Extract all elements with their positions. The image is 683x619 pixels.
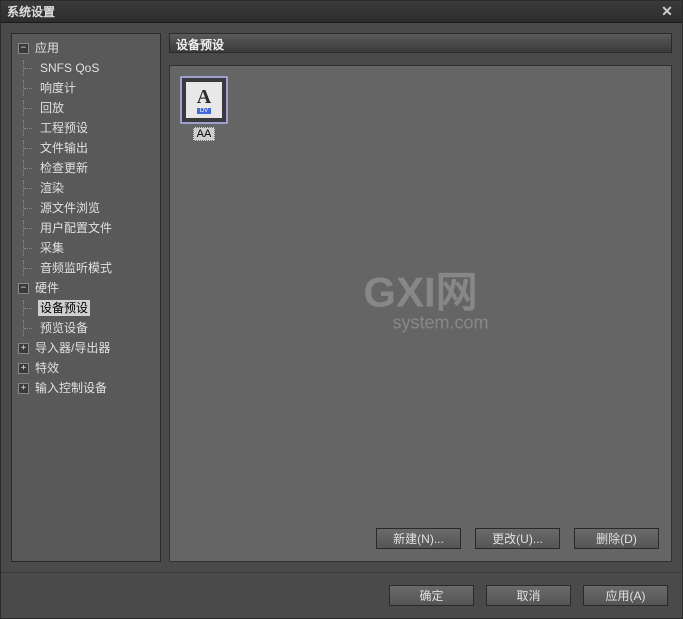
tree-item-snfs[interactable]: SNFS QoS <box>14 58 158 78</box>
tree-node-effects[interactable]: + 特效 <box>14 358 158 378</box>
tree-node-importer[interactable]: + 导入器/导出器 <box>14 338 158 358</box>
tree-item-playback[interactable]: 回放 <box>14 98 158 118</box>
tree-item-check-update[interactable]: 检查更新 <box>14 158 158 178</box>
expand-icon[interactable]: + <box>18 363 29 374</box>
section-header: 设备预设 <box>169 33 672 53</box>
collapse-icon[interactable]: − <box>18 283 29 294</box>
preset-area: A DV AA GXI网 system.com 新建(N)... 更改(U)..… <box>169 65 672 562</box>
tree-item-loudness[interactable]: 响度计 <box>14 78 158 98</box>
preset-item-aa[interactable]: A DV AA <box>180 76 228 141</box>
dialog-footer: 确定 取消 应用(A) <box>1 572 682 618</box>
tree-item-file-output[interactable]: 文件输出 <box>14 138 158 158</box>
collapse-icon[interactable]: − <box>18 43 29 54</box>
expand-icon[interactable]: + <box>18 383 29 394</box>
tree-item-audio-monitor[interactable]: 音频监听模式 <box>14 258 158 278</box>
main-area: − 应用 SNFS QoS 响度计 回放 工程预设 文件输出 检查更新 渲染 源… <box>1 23 682 562</box>
cancel-button[interactable]: 取消 <box>486 585 571 606</box>
tree-node-hardware[interactable]: − 硬件 <box>14 278 158 298</box>
change-button[interactable]: 更改(U)... <box>475 528 560 549</box>
content-panel: 设备预设 A DV AA GXI网 syste <box>169 33 672 562</box>
preset-buttons: 新建(N)... 更改(U)... 删除(D) <box>180 520 661 551</box>
apply-button[interactable]: 应用(A) <box>583 585 668 606</box>
tree-item-source-browse[interactable]: 源文件浏览 <box>14 198 158 218</box>
tree-item-render[interactable]: 渲染 <box>14 178 158 198</box>
titlebar: 系统设置 ✕ <box>1 1 682 23</box>
tree-item-preview-device[interactable]: 预览设备 <box>14 318 158 338</box>
ok-button[interactable]: 确定 <box>389 585 474 606</box>
expand-icon[interactable]: + <box>18 343 29 354</box>
tree-item-capture[interactable]: 采集 <box>14 238 158 258</box>
preset-grid: A DV AA <box>180 76 661 520</box>
tree-panel[interactable]: − 应用 SNFS QoS 响度计 回放 工程预设 文件输出 检查更新 渲染 源… <box>11 33 161 562</box>
dialog-title: 系统设置 <box>7 3 658 20</box>
preset-icon: A DV <box>180 76 228 124</box>
close-button[interactable]: ✕ <box>658 4 676 20</box>
delete-button[interactable]: 删除(D) <box>574 528 659 549</box>
tree-node-application[interactable]: − 应用 <box>14 38 158 58</box>
system-settings-dialog: 系统设置 ✕ − 应用 SNFS QoS 响度计 回放 工程预设 文件输出 检查… <box>0 0 683 619</box>
tree-node-input[interactable]: + 输入控制设备 <box>14 378 158 398</box>
preset-label: AA <box>193 127 216 141</box>
letter-a-icon: A <box>197 87 211 107</box>
tree-item-device-preset[interactable]: 设备预设 <box>14 298 158 318</box>
tree-item-user-config[interactable]: 用户配置文件 <box>14 218 158 238</box>
new-button[interactable]: 新建(N)... <box>376 528 461 549</box>
tree-item-project-preset[interactable]: 工程预设 <box>14 118 158 138</box>
